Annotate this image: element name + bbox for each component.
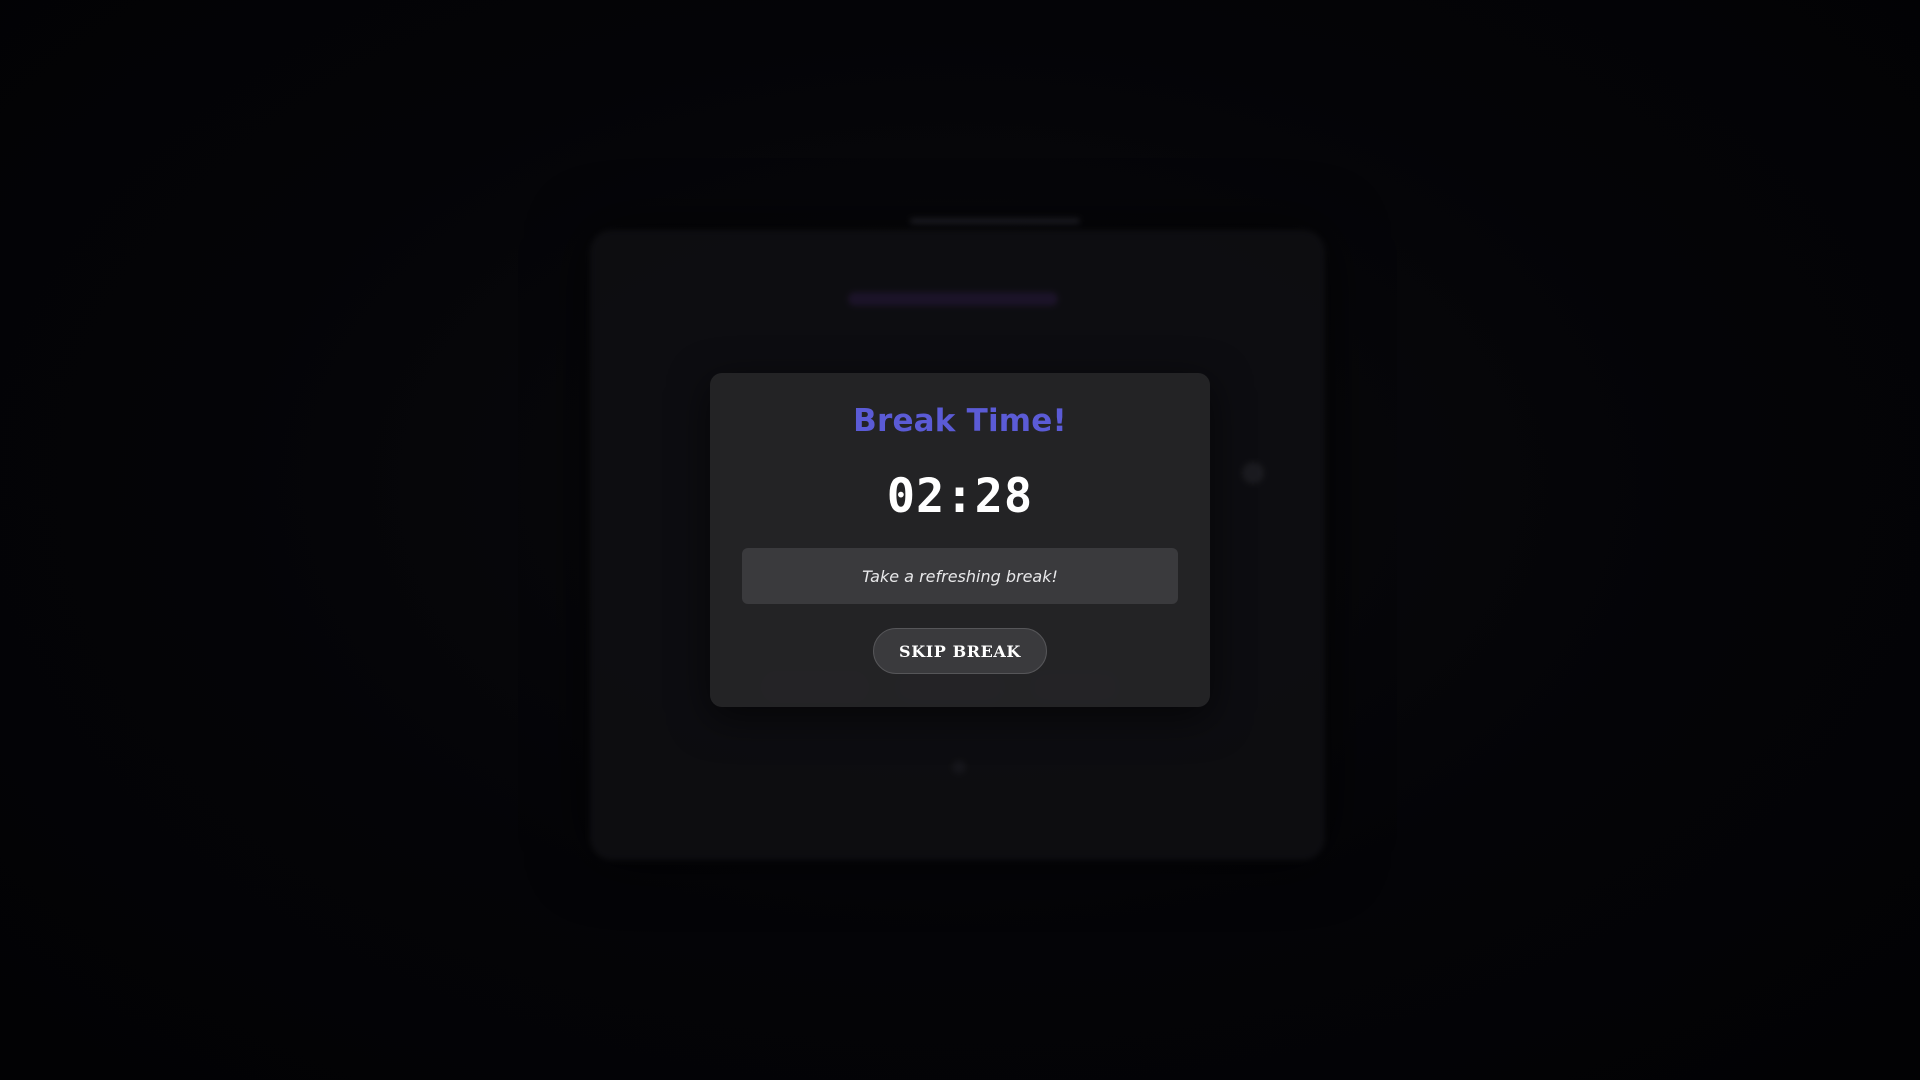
break-message-box: Take a refreshing break! <box>742 548 1178 604</box>
background-dot-icon <box>1242 462 1264 484</box>
background-small-icon <box>952 760 966 774</box>
break-modal: Break Time! 02:28 Take a refreshing brea… <box>710 373 1210 707</box>
break-message-text: Take a refreshing break! <box>862 566 1058 586</box>
break-countdown-timer: 02:28 <box>886 469 1034 524</box>
break-title: Break Time! <box>853 403 1067 439</box>
screen: Break Time! 02:28 Take a refreshing brea… <box>0 0 1920 1080</box>
background-title <box>848 292 1058 306</box>
skip-break-button[interactable]: SKIP BREAK <box>873 628 1047 674</box>
background-handle <box>910 218 1080 224</box>
